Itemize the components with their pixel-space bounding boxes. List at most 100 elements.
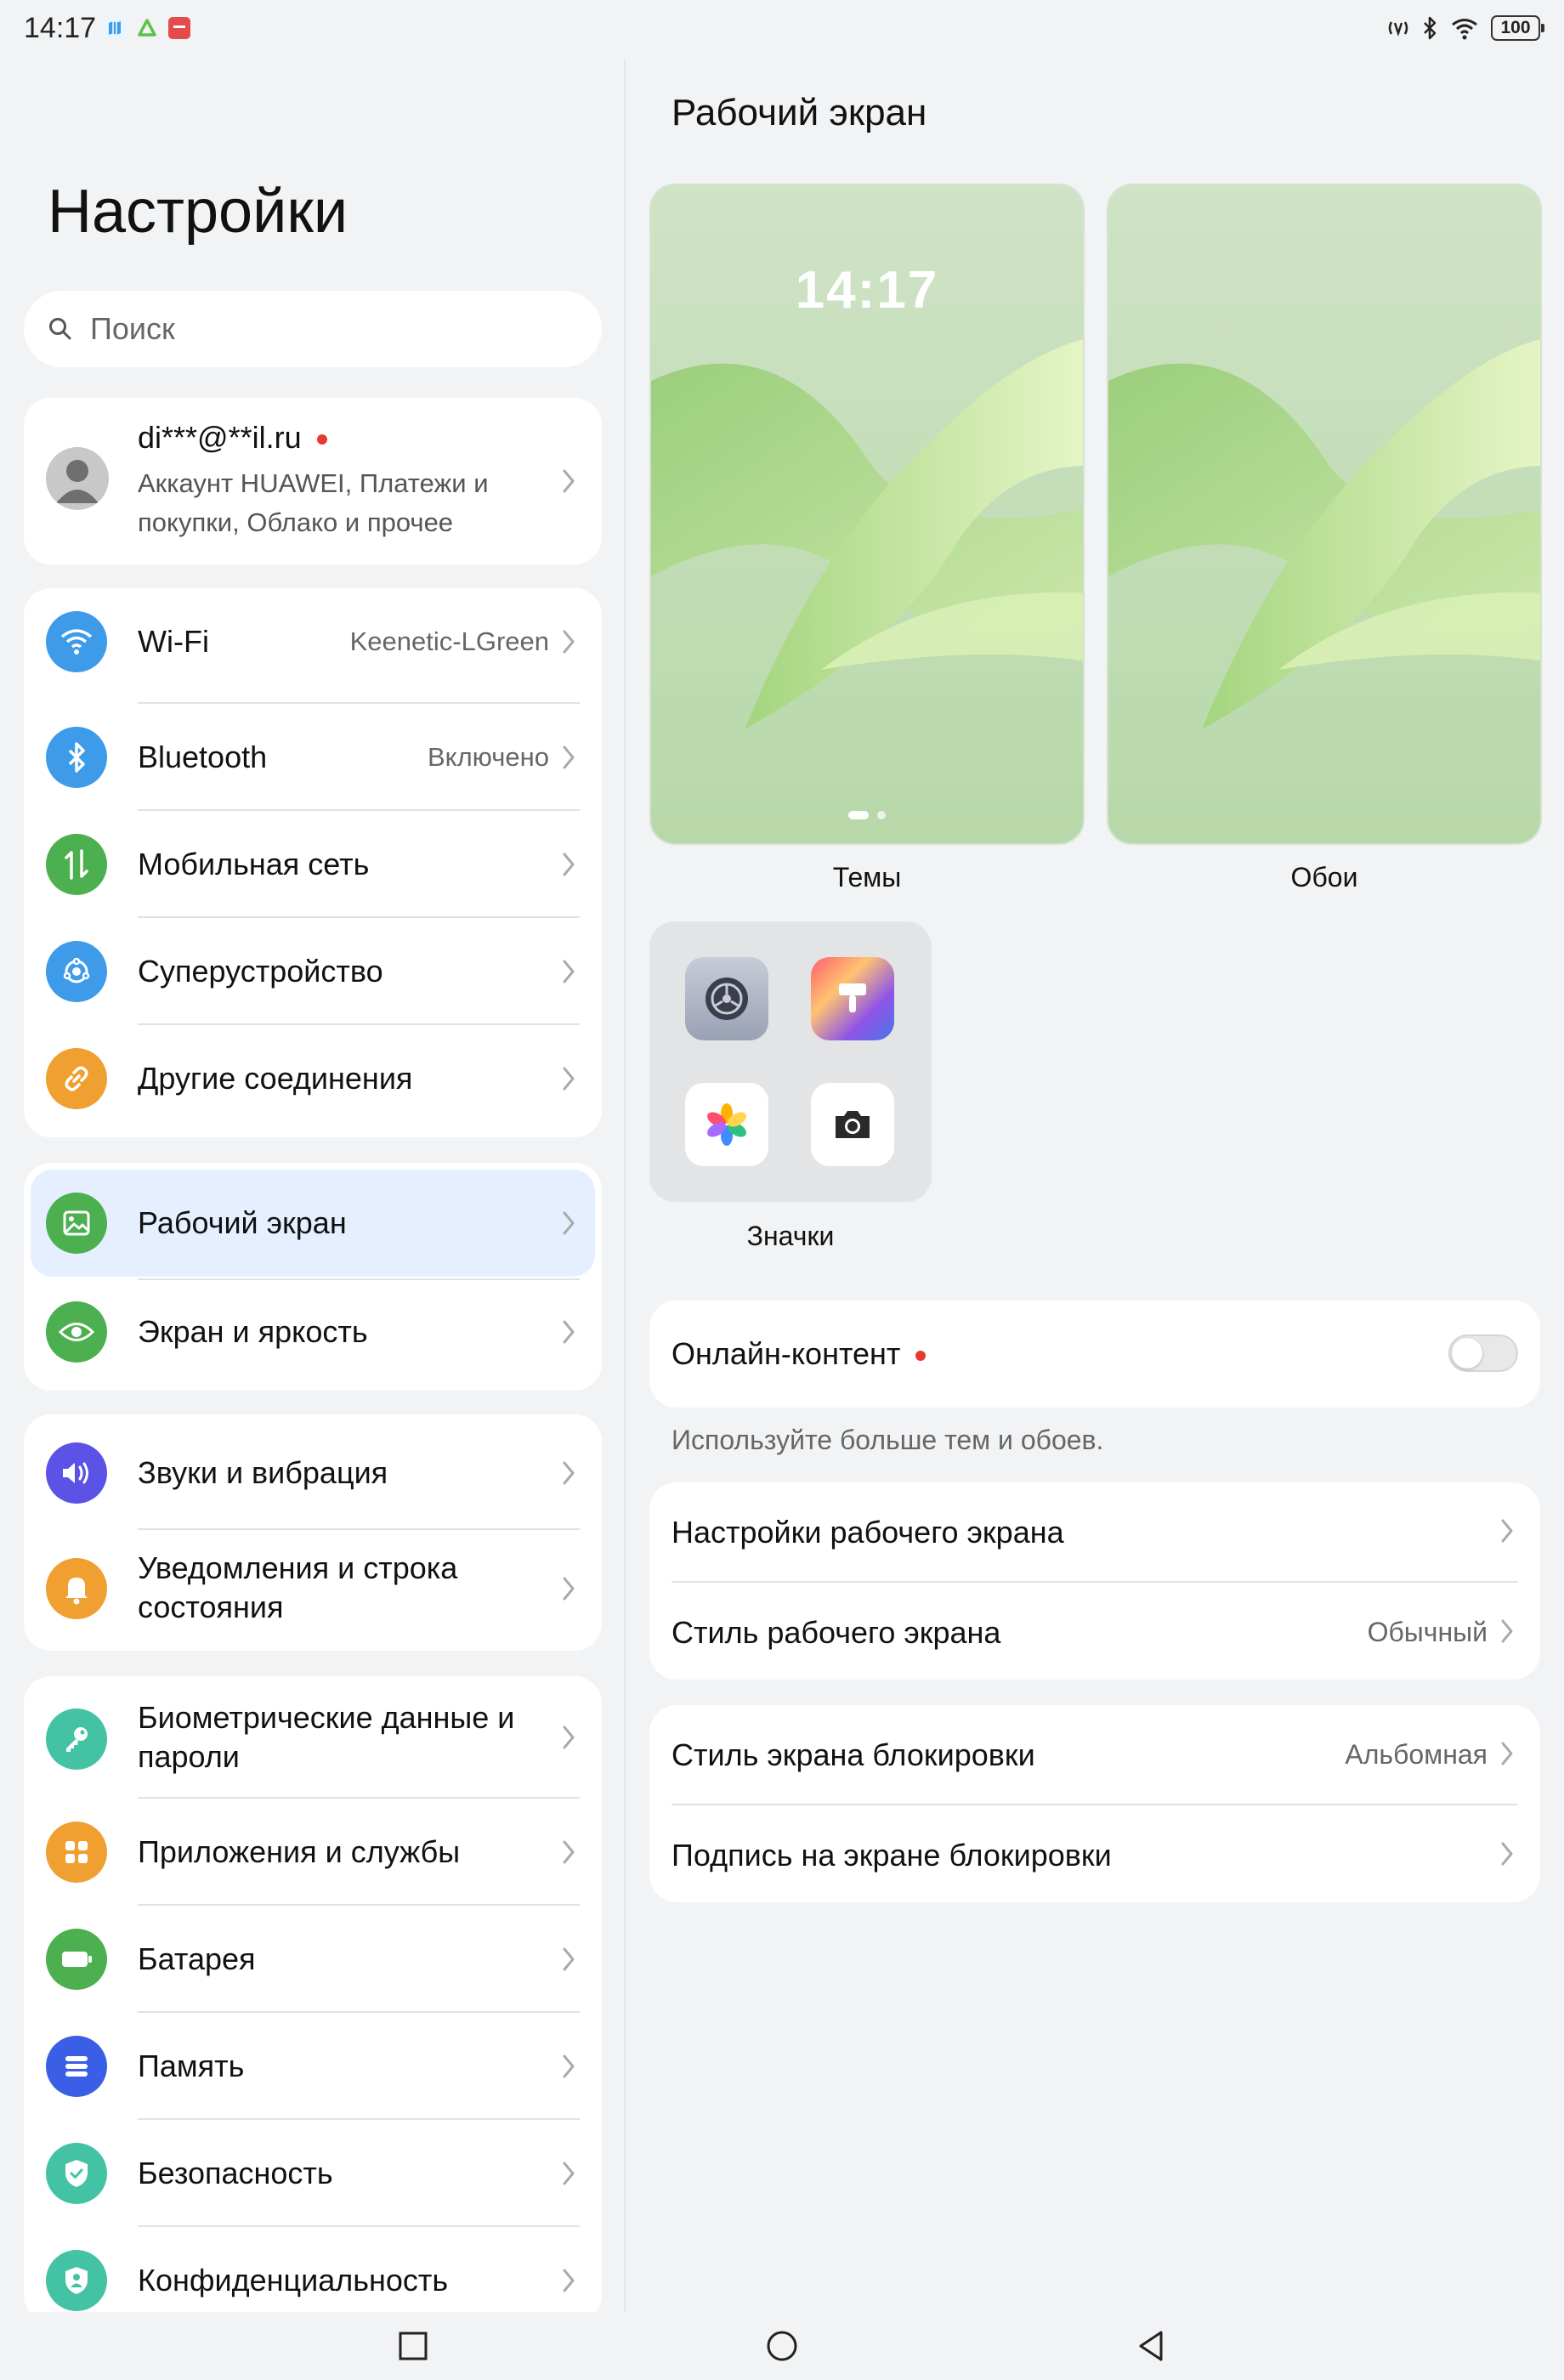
- settings-item-label: Звуки и вибрация: [138, 1455, 388, 1490]
- battery-icon: [46, 1929, 107, 1990]
- settings-item-biometrics[interactable]: Биометрические данные и пароли: [24, 1676, 602, 1799]
- settings-item-label: Мобильная сеть: [138, 847, 370, 881]
- settings-item-label: Конфиденциальность: [138, 2263, 449, 2298]
- settings-item-label: Приложения и службы: [138, 1834, 461, 1869]
- wallpaper-art: [1108, 185, 1540, 843]
- settings-item-label: Память: [138, 2048, 245, 2083]
- settings-item-label: Wi-Fi: [138, 624, 209, 659]
- settings-item-mobile-network[interactable]: Мобильная сеть: [24, 811, 602, 918]
- home-screen-style-row[interactable]: Стиль рабочего экрана Обычный: [649, 1583, 1540, 1680]
- square-icon: [399, 2332, 428, 2360]
- key-icon: [46, 1708, 107, 1770]
- themes-label: Темы: [832, 862, 902, 892]
- privacy-icon: [46, 2250, 107, 2311]
- search-input[interactable]: Поиск: [24, 291, 602, 367]
- chevron-right-icon: [563, 2162, 575, 2185]
- chevron-right-icon: [563, 469, 575, 493]
- online-content-label: Онлайн-контент: [672, 1336, 926, 1372]
- lock-screen-style-row[interactable]: Стиль экрана блокировки Альбомная: [649, 1705, 1540, 1802]
- account-subtitle: Аккаунт HUAWEI, Платежи и покупки, Облак…: [138, 468, 489, 537]
- avatar: [46, 447, 109, 510]
- chevron-right-icon: [563, 1947, 575, 1971]
- online-content-toggle[interactable]: [1448, 1334, 1518, 1372]
- online-content-hint: Используйте больше тем и обоев.: [672, 1425, 1104, 1455]
- circle-icon: [767, 2331, 797, 2361]
- display-card: Рабочий экран Экран и яркость: [24, 1163, 602, 1391]
- chevron-right-icon: [1501, 1742, 1513, 1765]
- settings-item-security[interactable]: Безопасность: [24, 2120, 602, 2227]
- lock-screen-signature-row[interactable]: Подпись на экране блокировки: [649, 1805, 1540, 1902]
- wallpapers-label: Обои: [1290, 862, 1358, 892]
- settings-item-label: Биометрические данные и пароли: [138, 1700, 515, 1774]
- lock-screen-style-value: Альбомная: [1345, 1739, 1488, 1770]
- apps-icon: [46, 1822, 107, 1883]
- chevron-right-icon: [563, 745, 575, 769]
- settings-item-label: Другие соединения: [138, 1061, 413, 1096]
- link-icon: [46, 1048, 107, 1109]
- chevron-right-icon: [563, 1320, 575, 1344]
- bell-icon: [46, 1558, 107, 1619]
- notification-dot: [915, 1351, 926, 1362]
- home-screen-settings-label: Настройки рабочего экрана: [672, 1515, 1064, 1550]
- settings-app-icon: [685, 957, 768, 1040]
- lock-preview-time: 14:17: [795, 261, 939, 320]
- bluetooth-icon: [46, 727, 107, 788]
- search-placeholder: Поиск: [90, 311, 175, 346]
- notification-dot: [316, 434, 327, 445]
- navigation-bar: [0, 2312, 1564, 2380]
- settings-item-superdevice[interactable]: Суперустройство: [24, 918, 602, 1025]
- chevron-right-icon: [563, 1577, 575, 1601]
- wifi-network-name: Keenetic-LGreen: [349, 626, 549, 656]
- battery-indicator: 100: [1491, 15, 1544, 41]
- home-button[interactable]: [763, 2327, 801, 2365]
- gallery-app-icon: [685, 1083, 768, 1166]
- detail-title: Рабочий экран: [672, 92, 927, 133]
- chevron-right-icon: [563, 1840, 575, 1864]
- home-screen-card: Настройки рабочего экрана Стиль рабочего…: [649, 1482, 1540, 1680]
- icons-label: Значки: [746, 1221, 835, 1251]
- settings-item-home-screen[interactable]: Рабочий экран: [31, 1170, 595, 1277]
- settings-item-bluetooth[interactable]: Bluetooth Включено: [24, 704, 602, 811]
- home-screen-style-label: Стиль рабочего экрана: [672, 1615, 1001, 1650]
- settings-item-notifications[interactable]: Уведомления и строка состояния: [24, 1530, 602, 1647]
- wifi-status-icon: [1452, 19, 1477, 40]
- chevron-right-icon: [563, 630, 575, 654]
- battery-level: 100: [1500, 18, 1531, 37]
- chevron-right-icon: [1501, 1619, 1513, 1643]
- settings-item-label: Экран и яркость: [138, 1314, 368, 1349]
- icons-preview[interactable]: [649, 921, 932, 1202]
- settings-item-display-brightness[interactable]: Экран и яркость: [24, 1278, 602, 1386]
- settings-item-storage[interactable]: Память: [24, 2013, 602, 2120]
- settings-list-pane: Настройки Поиск di***@**il.ru Аккаунт HU…: [0, 0, 624, 2312]
- pane-divider: [624, 60, 626, 2312]
- settings-item-sound[interactable]: Звуки и вибрация: [24, 1414, 602, 1532]
- settings-item-label: Уведомления и строка состояния: [138, 1550, 458, 1624]
- account-card[interactable]: di***@**il.ru Аккаунт HUAWEI, Платежи и …: [24, 398, 602, 564]
- chevron-right-icon: [563, 1461, 575, 1485]
- themes-app-icon: [811, 957, 894, 1040]
- settings-item-wifi[interactable]: Wi-Fi Keenetic-LGreen: [24, 588, 602, 695]
- wallpapers-preview[interactable]: [1107, 184, 1542, 845]
- camera-app-icon: [811, 1083, 894, 1166]
- chevron-right-icon: [563, 853, 575, 876]
- settings-item-label: Батарея: [138, 1941, 256, 1976]
- settings-item-label: Рабочий экран: [138, 1205, 347, 1240]
- settings-item-apps[interactable]: Приложения и службы: [24, 1799, 602, 1906]
- settings-item-privacy[interactable]: Конфиденциальность: [24, 2227, 602, 2312]
- status-system-icons: 100: [1387, 15, 1544, 41]
- connectivity-card: Wi-Fi Keenetic-LGreen Bluetooth Включено…: [24, 588, 602, 1137]
- chevron-right-icon: [1501, 1842, 1513, 1866]
- mobile-network-icon: [46, 834, 107, 895]
- bluetooth-status-icon: [1424, 16, 1436, 40]
- settings-item-other-connections[interactable]: Другие соединения: [24, 1025, 602, 1132]
- home-screen-settings-row[interactable]: Настройки рабочего экрана: [649, 1482, 1540, 1579]
- back-button[interactable]: [1132, 2327, 1170, 2365]
- chevron-right-icon: [563, 960, 575, 983]
- preview-page-indicator: [651, 811, 1083, 819]
- search-icon: [49, 318, 71, 340]
- online-content-row[interactable]: Онлайн-контент: [649, 1300, 1540, 1408]
- lock-screen-card: Стиль экрана блокировки Альбомная Подпис…: [649, 1705, 1540, 1902]
- themes-preview[interactable]: 14:17: [649, 184, 1085, 845]
- settings-item-battery[interactable]: Батарея: [24, 1906, 602, 2013]
- recents-button[interactable]: [394, 2327, 432, 2365]
